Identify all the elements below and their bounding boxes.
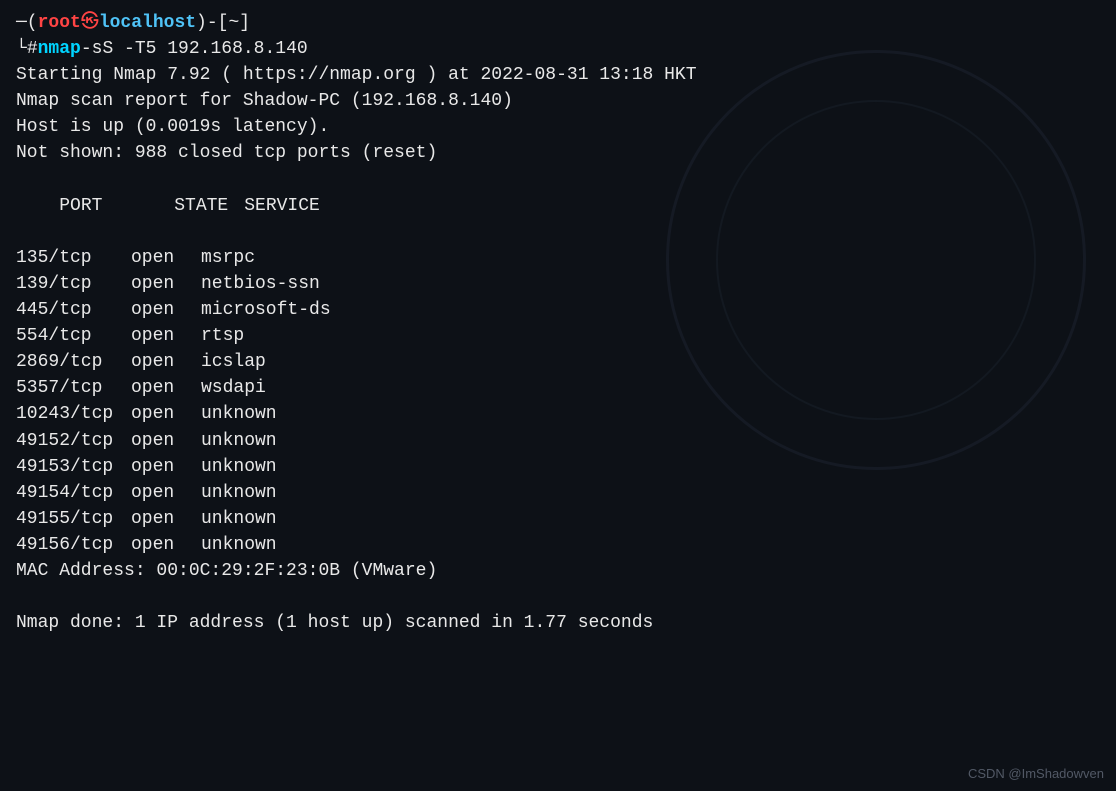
service-col: icslap (201, 349, 266, 375)
output-blank (16, 584, 1100, 610)
state-col: open (131, 480, 201, 506)
prompt-host: localhost (99, 10, 196, 36)
port-col: 49152/tcp (16, 428, 131, 454)
state-col: open (131, 428, 201, 454)
port-col: 554/tcp (16, 323, 131, 349)
service-col: microsoft-ds (201, 297, 331, 323)
prompt-user: root (38, 10, 81, 36)
state-col: open (131, 297, 201, 323)
state-col: open (131, 532, 201, 558)
service-col: unknown (201, 506, 277, 532)
state-col: open (131, 506, 201, 532)
state-col: open (131, 271, 201, 297)
port-row: 2869/tcp open icslap (16, 349, 1100, 375)
service-col: wsdapi (201, 375, 266, 401)
service-col: unknown (201, 454, 277, 480)
state-col: open (131, 323, 201, 349)
port-col: 135/tcp (16, 245, 131, 271)
port-col: 445/tcp (16, 297, 131, 323)
service-col: msrpc (201, 245, 255, 271)
port-col: 2869/tcp (16, 349, 131, 375)
state-col: open (131, 454, 201, 480)
prompt-dir-bracket: ] (239, 10, 250, 36)
state-col: open (131, 245, 201, 271)
port-col: 49154/tcp (16, 480, 131, 506)
bracket-close-paren: )-[ (196, 10, 228, 36)
port-row: 554/tcp open rtsp (16, 323, 1100, 349)
terminal-window: ─(root㉿localhost)-[~] └# nmap -sS -T5 19… (0, 0, 1116, 791)
service-col: unknown (201, 428, 277, 454)
header-state: STATE (174, 193, 244, 219)
csdn-watermark: CSDN @ImShadowven (968, 766, 1104, 781)
header-port: PORT (59, 193, 174, 219)
port-row: 49152/tcp open unknown (16, 428, 1100, 454)
port-col: 5357/tcp (16, 375, 131, 401)
output-line-not-shown: Not shown: 988 closed tcp ports (reset) (16, 140, 1100, 166)
cmd-nmap: nmap (38, 36, 81, 62)
port-col: 139/tcp (16, 271, 131, 297)
output-mac: MAC Address: 00:0C:29:2F:23:0B (VMware) (16, 558, 1100, 584)
prompt-dir: ~ (228, 10, 239, 36)
service-col: unknown (201, 401, 277, 427)
service-col: netbios-ssn (201, 271, 320, 297)
output-done: Nmap done: 1 IP address (1 host up) scan… (16, 610, 1100, 636)
port-row: 49154/tcp open unknown (16, 480, 1100, 506)
port-row: 49156/tcp open unknown (16, 532, 1100, 558)
port-row: 49155/tcp open unknown (16, 506, 1100, 532)
port-row: 135/tcp open msrpc (16, 245, 1100, 271)
bracket-open: ─( (16, 10, 38, 36)
prompt-at: ㉿ (81, 10, 99, 36)
state-col: open (131, 401, 201, 427)
port-row: 49153/tcp open unknown (16, 454, 1100, 480)
port-table-body: 135/tcp open msrpc139/tcp open netbios-s… (16, 245, 1100, 558)
prompt-line-1: ─(root㉿localhost)-[~] (16, 10, 1100, 36)
output-line-starting: Starting Nmap 7.92 ( https://nmap.org ) … (16, 62, 1100, 88)
port-row: 10243/tcp open unknown (16, 401, 1100, 427)
output-line-report: Nmap scan report for Shadow-PC (192.168.… (16, 88, 1100, 114)
port-table-header: PORTSTATESERVICE (16, 167, 1100, 245)
output-line-host: Host is up (0.0019s latency). (16, 114, 1100, 140)
service-col: unknown (201, 532, 277, 558)
port-row: 139/tcp open netbios-ssn (16, 271, 1100, 297)
header-service: SERVICE (244, 193, 320, 219)
prompt-hash: # (27, 36, 38, 62)
port-col: 49156/tcp (16, 532, 131, 558)
prompt-arrow: └ (16, 36, 27, 62)
prompt-line-2: └# nmap -sS -T5 192.168.8.140 (16, 36, 1100, 62)
port-row: 445/tcp open microsoft-ds (16, 297, 1100, 323)
service-col: rtsp (201, 323, 244, 349)
port-col: 10243/tcp (16, 401, 131, 427)
state-col: open (131, 349, 201, 375)
cmd-args: -sS -T5 192.168.8.140 (81, 36, 308, 62)
port-col: 49153/tcp (16, 454, 131, 480)
state-col: open (131, 375, 201, 401)
port-row: 5357/tcp open wsdapi (16, 375, 1100, 401)
port-col: 49155/tcp (16, 506, 131, 532)
service-col: unknown (201, 480, 277, 506)
